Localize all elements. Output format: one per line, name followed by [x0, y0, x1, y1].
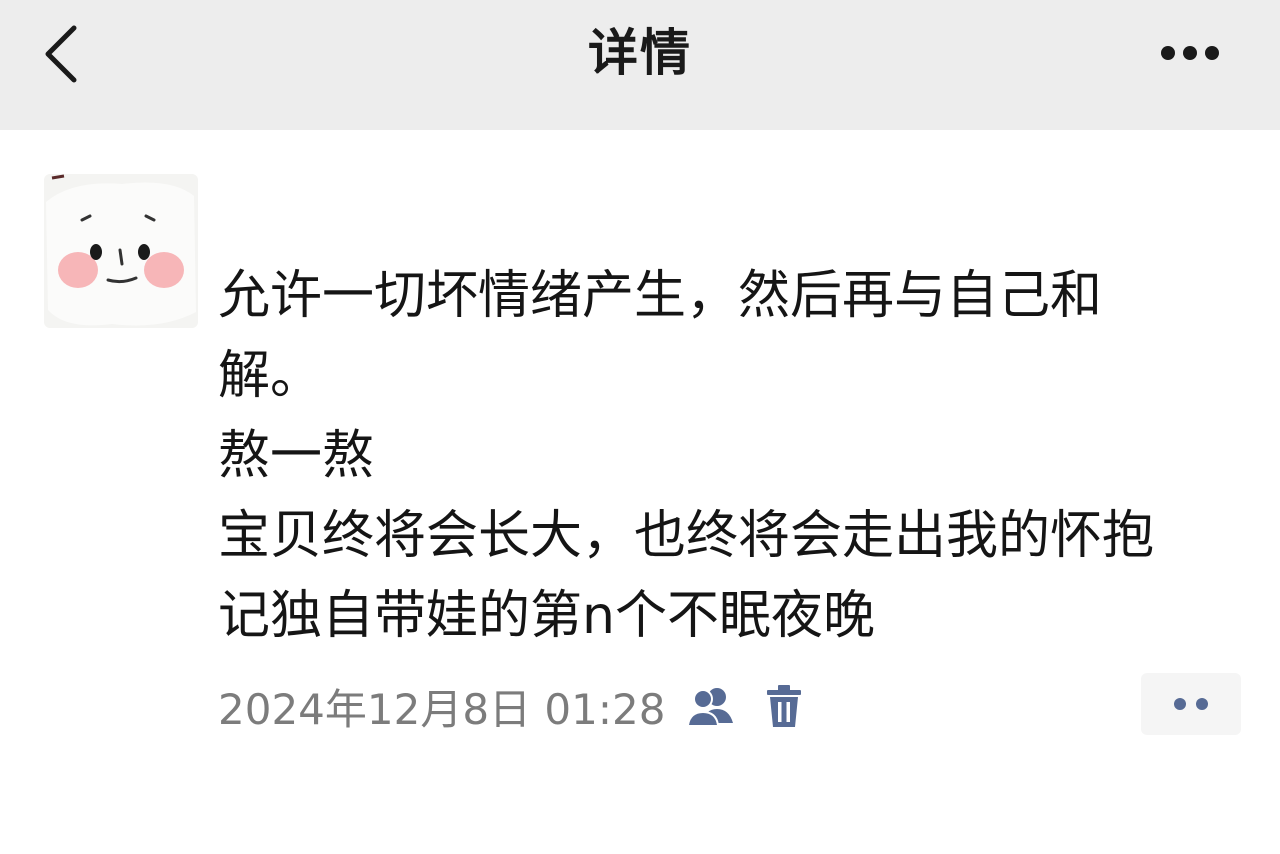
post-text-line: 记独自带娃的第n个不眠夜晚	[218, 586, 875, 646]
avatar[interactable]	[42, 172, 200, 330]
page-title: 详情	[588, 24, 692, 82]
comment-like-button[interactable]	[1141, 673, 1241, 735]
post-content: 允许一切坏情绪产生，然后再与自己和 解。 熬一熬 宝贝终将会长大，也终将会走出我…	[218, 256, 1228, 656]
delete-button[interactable]	[763, 683, 805, 729]
privacy-button[interactable]	[683, 683, 737, 729]
post-text-line: 宝贝终将会长大，也终将会走出我的怀抱	[218, 506, 1155, 566]
trash-icon	[767, 685, 802, 727]
moments-detail-page: 详情 允许一切坏情绪产生，然后再与自己和 解。 熬一熬 宝贝终将会长大，也终将会…	[0, 0, 1280, 854]
more-dots-icon	[1161, 46, 1219, 60]
comment-dots-icon	[1174, 698, 1208, 710]
post-meta: 2024年12月8日 01:28	[218, 674, 805, 738]
post-text-line: 允许一切坏情绪产生，然后再与自己和	[218, 266, 1103, 326]
visible-to-friends-icon	[687, 688, 734, 725]
more-options-button[interactable]	[1150, 30, 1240, 76]
post-text-line: 熬一熬	[218, 426, 375, 486]
top-bar: 详情	[0, 0, 1280, 130]
post-timestamp: 2024年12月8日 01:28	[218, 684, 666, 734]
post-text-line: 解。	[218, 346, 323, 406]
smiley-face-avatar-icon	[44, 174, 198, 328]
